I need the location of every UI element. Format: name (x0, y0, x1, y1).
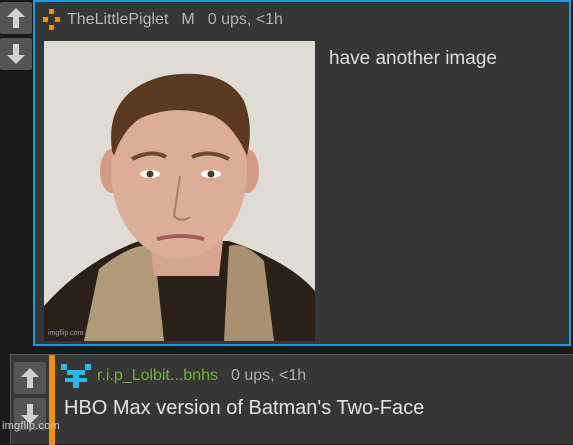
user-badge: M (181, 11, 195, 28)
user-logo-icon[interactable] (61, 364, 91, 388)
comment-text: have another image (329, 48, 497, 69)
comment-header: TheLittlePiglet M 0 ups, <1h (43, 8, 283, 32)
reply-meta: 0 ups, <1h (230, 367, 307, 384)
reply-upvote-button[interactable] (14, 362, 46, 394)
upvote-button[interactable] (0, 2, 32, 34)
site-watermark: imgflip.com (2, 420, 60, 432)
reply-header: r.i.p_Lolbit...bnhs 0 ups, <1h (61, 364, 306, 388)
arrow-up-icon (7, 8, 25, 28)
comment-username[interactable]: TheLittlePiglet (67, 11, 168, 29)
portrait-image (44, 41, 315, 341)
arrow-down-icon (7, 44, 25, 64)
user-logo-icon[interactable] (43, 9, 61, 31)
comment-meta: 0 ups, <1h (207, 11, 283, 28)
comment-image[interactable]: imgflip.com (44, 41, 315, 341)
reply-text: HBO Max version of Batman's Two-Face (64, 397, 425, 419)
comment-vote-column (0, 2, 32, 74)
image-watermark: imgflip.com (48, 330, 84, 337)
reply-username[interactable]: r.i.p_Lolbit...bnhs (97, 367, 218, 385)
downvote-button[interactable] (0, 38, 32, 70)
reply-card: r.i.p_Lolbit...bnhs 0 ups, <1h HBO Max v… (10, 354, 573, 445)
arrow-up-icon (21, 368, 39, 388)
comment-card: TheLittlePiglet M 0 ups, <1h imgflip.com… (33, 0, 571, 346)
